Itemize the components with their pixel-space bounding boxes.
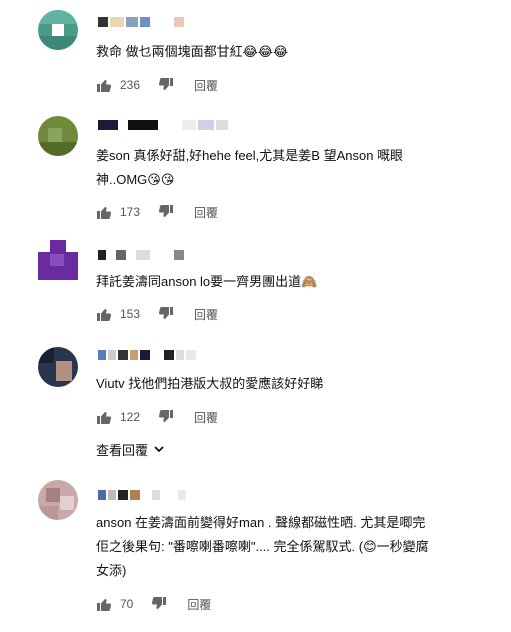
thumbs-up-icon[interactable] — [96, 409, 112, 425]
comment-text: anson 在姜濤面前變得好man . 聲線都磁性晒. 尤其是唧完佢之後果句: … — [96, 515, 429, 578]
like-count: 236 — [120, 78, 141, 92]
view-replies-label: 查看回覆 — [96, 443, 149, 458]
comment-text: 姜son 真係好甜,好hehe feel,尤其是姜B 望Anson 嘅眼神..O… — [96, 148, 404, 187]
username-blurred[interactable] — [98, 250, 184, 260]
username-blurred[interactable] — [98, 350, 196, 360]
comment-text: 救命 做乜兩個塊面都甘紅😂😂😂 — [96, 44, 289, 59]
reply-button[interactable]: 回覆 — [194, 77, 218, 94]
username-blurred[interactable] — [98, 17, 184, 27]
thumbs-up-icon[interactable] — [96, 77, 112, 93]
reply-button[interactable]: 回覆 — [194, 409, 218, 426]
reply-button[interactable]: 回覆 — [187, 596, 211, 613]
avatar[interactable] — [38, 480, 78, 520]
thumbs-down-icon[interactable] — [158, 204, 174, 220]
avatar[interactable] — [38, 10, 78, 50]
thumbs-down-icon[interactable] — [158, 306, 174, 322]
reply-button[interactable]: 回覆 — [194, 204, 218, 221]
like-count: 173 — [120, 205, 141, 219]
thumbs-up-icon[interactable] — [96, 204, 112, 220]
comment-actions: 70 回覆 — [96, 595, 211, 613]
like-count: 122 — [120, 410, 141, 424]
comment-actions: 122 回覆 — [96, 408, 218, 426]
username-blurred[interactable] — [98, 120, 228, 130]
chevron-down-icon — [154, 446, 164, 453]
reply-button[interactable]: 回覆 — [194, 306, 218, 323]
comment-text: Viutv 找他們拍港版大叔的愛應該好好睇 — [96, 376, 324, 391]
avatar[interactable] — [38, 347, 78, 387]
thumbs-up-icon[interactable] — [96, 596, 112, 612]
thumbs-down-icon[interactable] — [151, 596, 167, 612]
view-replies-button[interactable]: 查看回覆 — [96, 440, 164, 459]
thumbs-down-icon[interactable] — [158, 409, 174, 425]
like-count: 153 — [120, 307, 141, 321]
comment-actions: 173 回覆 — [96, 203, 218, 221]
thumbs-up-icon[interactable] — [96, 306, 112, 322]
like-count: 70 — [120, 597, 134, 611]
thumbs-down-icon[interactable] — [158, 77, 174, 93]
comment-text: 拜託姜濤同anson lo要一齊男團出道🙈 — [96, 274, 318, 289]
comment-actions: 153 回覆 — [96, 305, 218, 323]
username-blurred[interactable] — [98, 490, 186, 500]
comment-actions: 236 回覆 — [96, 76, 218, 94]
avatar[interactable] — [38, 240, 78, 280]
avatar[interactable] — [38, 116, 78, 156]
